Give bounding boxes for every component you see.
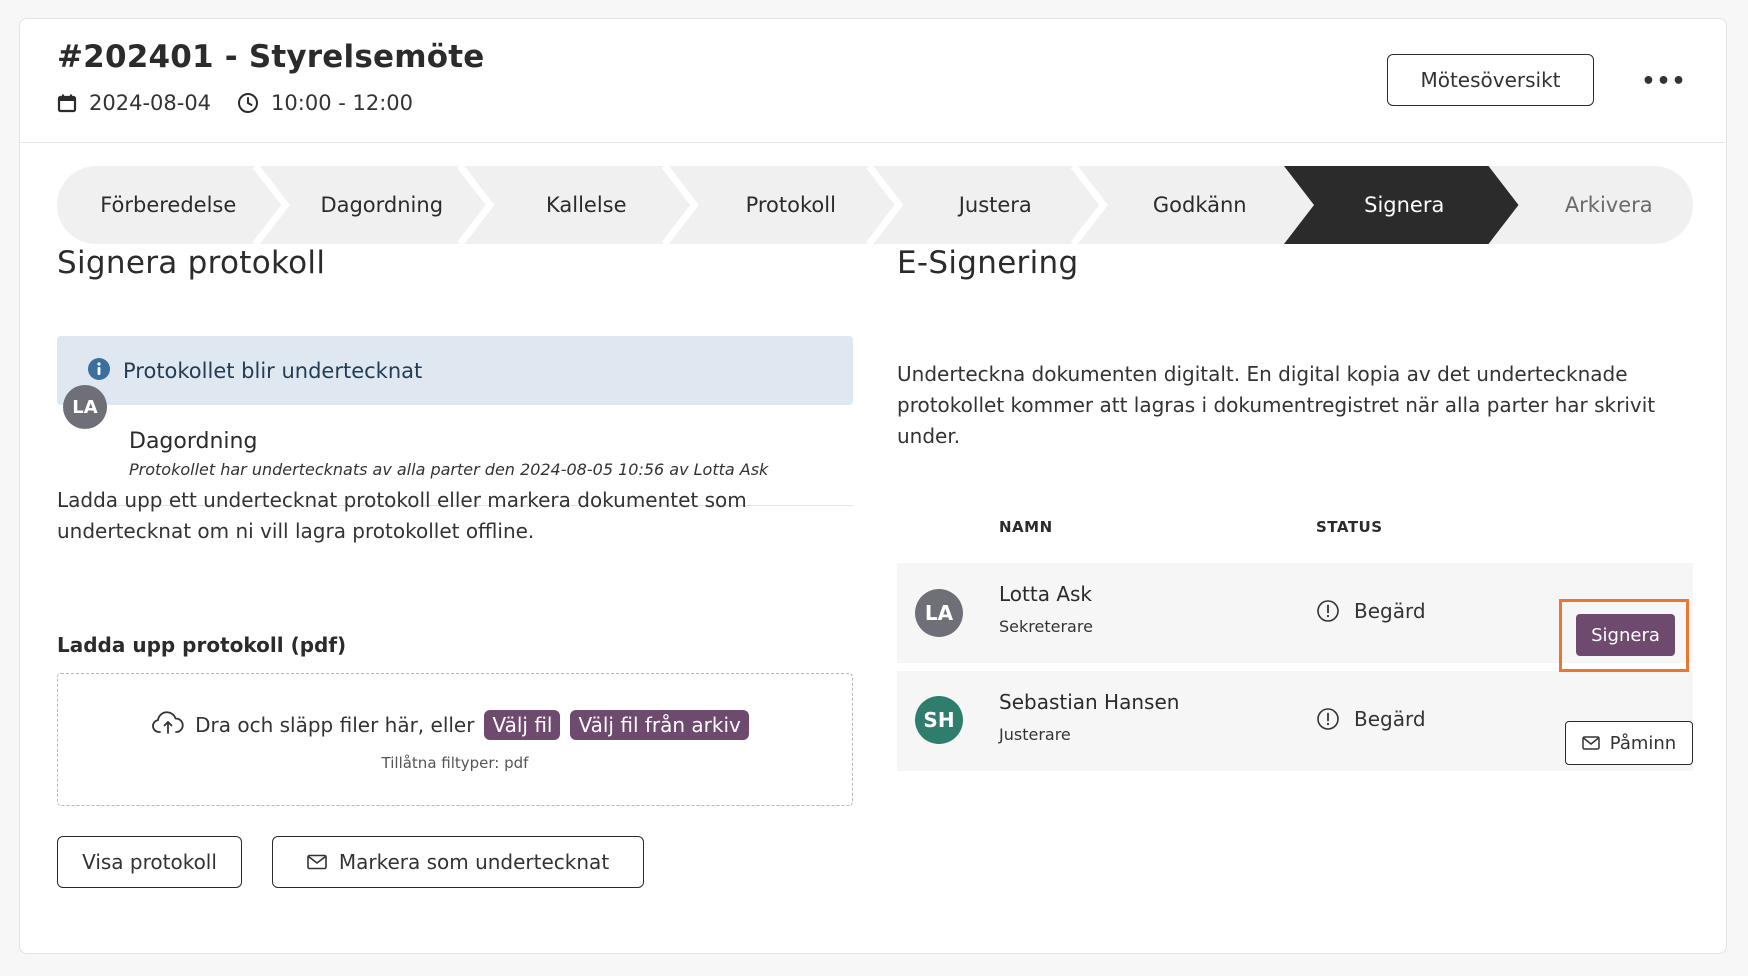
description-line-2: protokollet kommer att lagras i dokument…: [897, 393, 1656, 417]
column-header-status: STATUS: [1316, 518, 1383, 536]
file-dropzone[interactable]: Dra och släpp filer här, eller Välj fil …: [57, 673, 853, 806]
description-line-3: under.: [897, 424, 961, 448]
signer-role: Justerare: [999, 725, 1071, 744]
signer-name: Lotta Ask: [999, 582, 1093, 606]
sign-protocol-heading: Signera protokoll: [57, 245, 326, 281]
more-options-button[interactable]: •••: [1641, 69, 1685, 94]
dropzone-text: Dra och släpp filer här, eller: [195, 713, 475, 737]
page-title: #202401 - Styrelsemöte: [57, 39, 485, 75]
info-banner: Protokollet blir undertecknat: [57, 336, 853, 405]
document-sign-status: Protokollet har undertecknats av alla pa…: [129, 460, 769, 479]
meeting-date: 2024-08-04: [89, 91, 212, 115]
envelope-icon: [307, 854, 327, 870]
choose-from-archive-button[interactable]: Välj fil från arkiv: [570, 710, 749, 740]
document-title: Dagordning: [129, 429, 258, 454]
avatar: LA: [63, 385, 107, 429]
step-1[interactable]: Förberedelse: [57, 166, 280, 244]
workflow-stepper: Förberedelse Dagordning Kallelse Protokoll J…: [57, 166, 1693, 244]
info-text: Protokollet blir undertecknat: [123, 358, 423, 383]
cloud-upload-icon: [151, 711, 185, 739]
upload-instructions-line-2: undertecknat om ni vill lagra protokolle…: [57, 519, 535, 543]
e-signing-heading: E-Signering: [897, 245, 1079, 281]
meeting-card: #202401 - Styrelsemöte 2024-08-04 10:00 …: [19, 18, 1727, 954]
avatar: SH: [915, 696, 963, 744]
signer-role: Sekreterare: [999, 617, 1093, 636]
signer-status: Begärd: [1316, 707, 1426, 731]
show-protocol-label: Visa protokoll: [82, 850, 217, 874]
upload-label: Ladda upp protokoll (pdf): [57, 633, 347, 657]
choose-file-button[interactable]: Välj fil: [484, 710, 561, 740]
mark-signed-button[interactable]: Markera som undertecknat: [272, 836, 644, 888]
signer-status-text: Begärd: [1354, 599, 1426, 623]
info-icon: [87, 357, 111, 385]
description-line-1: Underteckna dokumenten digitalt. En digi…: [897, 362, 1628, 386]
allowed-file-types: Tillåtna filtyper: pdf: [381, 754, 529, 772]
step-3[interactable]: Kallelse: [484, 166, 689, 244]
e-signing-description: Underteckna dokumenten digitalt. En digi…: [897, 359, 1707, 452]
show-protocol-button[interactable]: Visa protokoll: [57, 836, 242, 888]
signer-status-text: Begärd: [1354, 707, 1426, 731]
meeting-meta: 2024-08-04 10:00 - 12:00: [57, 91, 413, 115]
meeting-overview-button[interactable]: Mötesöversikt: [1387, 54, 1594, 106]
mark-signed-label: Markera som undertecknat: [338, 850, 610, 874]
step-8[interactable]: Arkivera: [1507, 166, 1712, 244]
upload-instructions-line-1: Ladda upp ett undertecknat protokoll ell…: [57, 488, 747, 512]
dropzone-row: Dra och släpp filer här, eller Välj fil …: [58, 710, 852, 740]
step-7[interactable]: Signera: [1302, 166, 1507, 244]
upload-instructions: Ladda upp ett undertecknat protokoll ell…: [57, 485, 853, 547]
signer-status: Begärd: [1316, 599, 1426, 623]
step-6[interactable]: Godkänn: [1098, 166, 1303, 244]
clock-icon: [237, 92, 259, 114]
meeting-header: #202401 - Styrelsemöte 2024-08-04 10:00 …: [20, 19, 1726, 143]
step-5[interactable]: Justera: [893, 166, 1098, 244]
remind-label: Påminn: [1609, 732, 1677, 754]
envelope-icon: [1582, 736, 1600, 750]
sign-button[interactable]: Signera: [1576, 614, 1675, 656]
avatar: LA: [915, 589, 963, 637]
exclamation-circle-icon: [1316, 599, 1340, 623]
calendar-icon: [57, 93, 77, 113]
exclamation-circle-icon: [1316, 707, 1340, 731]
meeting-time: 10:00 - 12:00: [271, 91, 414, 115]
signer-name: Sebastian Hansen: [999, 690, 1180, 714]
step-4[interactable]: Protokoll: [689, 166, 894, 244]
step-2[interactable]: Dagordning: [280, 166, 485, 244]
remind-button[interactable]: Påminn: [1565, 721, 1693, 765]
column-header-name: NAMN: [999, 518, 1053, 536]
